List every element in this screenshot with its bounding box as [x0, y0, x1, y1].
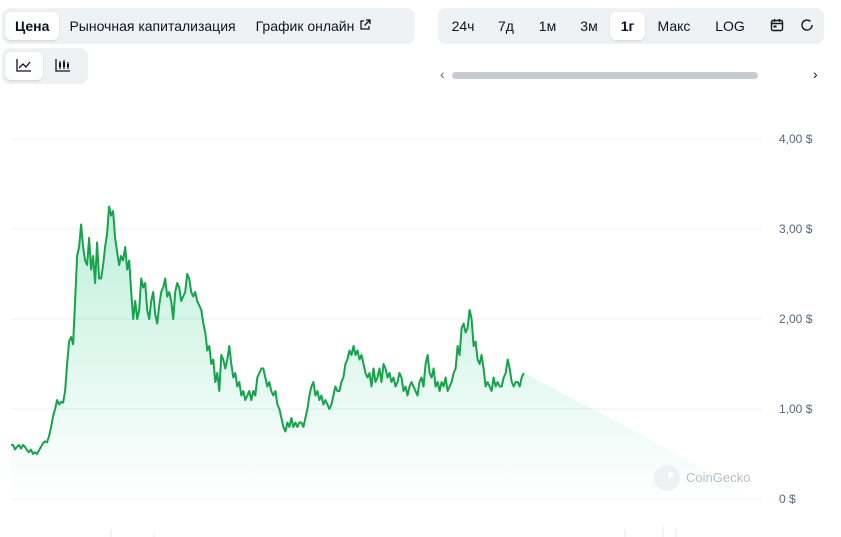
y-tick-label: 2,00 $: [779, 312, 813, 326]
refresh-icon: [800, 18, 814, 35]
y-tick-label: 4,00 $: [779, 132, 813, 146]
calendar-button[interactable]: [757, 12, 797, 40]
range-scrollbar[interactable]: [452, 72, 758, 79]
chevron-left-icon[interactable]: ‹: [440, 66, 445, 82]
range-max-label: Макс: [657, 18, 691, 34]
tab-market-cap-label: Рыночная капитализация: [69, 18, 236, 34]
price-area: [11, 206, 762, 499]
calendar-icon: [770, 18, 784, 35]
watermark-text: CoinGecko: [686, 470, 750, 485]
range-7d[interactable]: 7д: [485, 12, 527, 40]
y-tick-label: 0 $: [779, 492, 796, 506]
line-chart-button[interactable]: [5, 52, 43, 80]
range-7d-label: 7д: [498, 18, 514, 34]
price-chart[interactable]: 4,00 $ 3,00 $ 2,00 $ 1,00 $ 0 $ CoinGecko: [0, 100, 841, 537]
candlestick-chart-icon: [55, 58, 71, 75]
tab-price[interactable]: Цена: [5, 12, 60, 40]
chevron-right-icon[interactable]: ›: [813, 66, 818, 82]
range-1y-label: 1г: [620, 18, 635, 34]
range-3m[interactable]: 3м: [568, 12, 610, 40]
refresh-button[interactable]: [797, 12, 817, 40]
range-1m-label: 1м: [538, 18, 557, 34]
range-3m-label: 3м: [580, 18, 598, 34]
external-link-icon: [359, 18, 372, 34]
range-24h[interactable]: 24ч: [441, 12, 485, 40]
coingecko-logo-icon: [654, 465, 680, 491]
range-24h-label: 24ч: [451, 18, 475, 34]
y-tick-label: 1,00 $: [779, 402, 813, 416]
tab-live-chart-label: График онлайн: [255, 18, 355, 34]
chart-view-tabs: Цена Рыночная капитализация График онлай…: [2, 8, 415, 44]
range-log-label: LOG: [715, 18, 745, 34]
x-axis-ticks: [110, 525, 677, 537]
tab-market-cap[interactable]: Рыночная капитализация: [59, 12, 245, 40]
candlestick-chart-button[interactable]: [43, 52, 83, 80]
y-axis: 4,00 $ 3,00 $ 2,00 $ 1,00 $ 0 $: [779, 132, 813, 506]
time-range-tabs: 24ч 7д 1м 3м 1г Макс LOG: [438, 8, 824, 44]
range-max[interactable]: Макс: [645, 12, 703, 40]
range-1y[interactable]: 1г: [610, 12, 645, 40]
chart-type-toggle: [2, 48, 88, 84]
range-1m[interactable]: 1м: [527, 12, 568, 40]
range-log[interactable]: LOG: [703, 12, 757, 40]
tab-live-chart[interactable]: График онлайн: [246, 12, 382, 40]
tab-price-label: Цена: [15, 18, 50, 34]
line-chart-icon: [16, 58, 32, 75]
y-tick-label: 3,00 $: [779, 222, 813, 236]
